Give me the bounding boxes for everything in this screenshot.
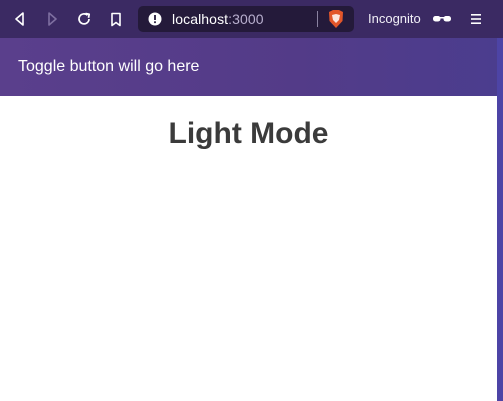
browser-toolbar: localhost:3000 Incognito <box>0 0 503 38</box>
back-icon[interactable] <box>10 9 30 29</box>
bookmark-icon[interactable] <box>106 9 126 29</box>
url-text: localhost:3000 <box>172 11 264 27</box>
url-host: localhost <box>172 11 229 27</box>
url-port: :3000 <box>228 11 264 27</box>
site-info-icon[interactable] <box>148 12 162 31</box>
main-content: Light Mode <box>0 96 497 401</box>
incognito-glasses-icon <box>432 12 452 30</box>
forward-icon[interactable] <box>42 9 62 29</box>
reload-icon[interactable] <box>74 9 94 29</box>
urlbar-divider <box>317 11 318 27</box>
app-header: Toggle button will go here <box>0 38 497 96</box>
window-edge <box>497 38 503 401</box>
toggle-placeholder-text: Toggle button will go here <box>18 58 200 75</box>
page-title: Light Mode <box>168 117 329 150</box>
incognito-label: Incognito <box>368 11 421 26</box>
menu-icon[interactable] <box>470 12 482 30</box>
address-bar[interactable]: localhost:3000 <box>138 6 354 32</box>
brave-shield-icon[interactable] <box>327 9 345 34</box>
